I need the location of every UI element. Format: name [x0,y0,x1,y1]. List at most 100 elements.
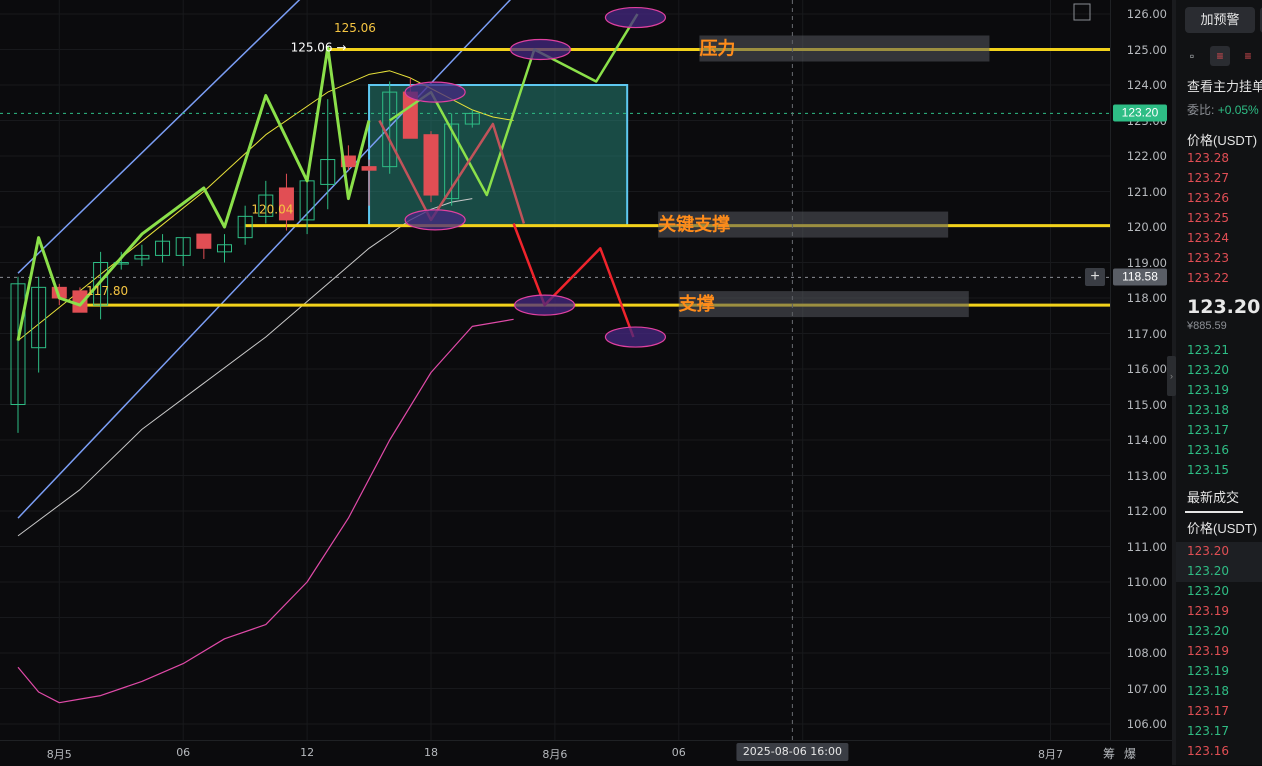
bid-row[interactable]: 123.19 [1187,383,1229,397]
price-tick: 110.00 [1126,575,1167,589]
bid-row[interactable]: 123.21 [1187,343,1229,357]
trade-row: 123.19 [1187,644,1229,658]
trade-row: 123.19 [1187,604,1229,618]
price-tick: 117.00 [1126,326,1167,341]
point-label: 117.80 [86,284,128,298]
book-view-both-icon[interactable]: ▫ [1182,46,1202,66]
trade-row: 123.17 [1187,724,1229,738]
trade-row: 123.20 [1187,584,1229,598]
trade-row: 123.16 [1187,744,1229,758]
price-tick: 124.00 [1126,78,1167,92]
ratio-value: +0.05% [1217,103,1259,117]
main-orders-link[interactable]: 查看主力挂单 [1187,76,1262,95]
bid-row[interactable]: 123.20 [1187,363,1229,377]
order-book-panel: 加预警 ▫ ≡ ≡ 查看主力挂单 委比: +0.05% 价格(USDT) 123… [1176,0,1262,765]
candle-body [423,134,439,196]
price-tick: 116.00 [1126,362,1167,376]
chip-distribution-icon[interactable]: 筹 [1103,745,1115,762]
price-tick: 114.00 [1126,433,1167,447]
target-ellipse [604,6,667,29]
liquidation-icon[interactable]: 爆 [1124,745,1136,762]
ask-row[interactable]: 123.25 [1187,211,1229,225]
time-cursor-badge: 2025-08-06 16:00 [736,743,848,761]
fullscreen-icon[interactable] [1073,3,1091,21]
trade-row: 123.20 [1187,624,1229,638]
target-ellipse [509,38,572,61]
ask-row[interactable]: 123.28 [1187,151,1229,165]
time-tick: 06 [176,746,191,759]
add-alert-plus-icon[interactable]: + [1085,268,1105,287]
candle-body [196,233,212,249]
book-view-split-icon[interactable]: ≡ [1210,46,1230,66]
add-alert-button[interactable]: 加预警 [1185,7,1255,33]
trades-price-header: 价格(USDT) [1187,521,1258,536]
time-tick: 8月7 [1038,748,1063,761]
tab-latest-trades[interactable]: 最新成交 [1187,487,1239,506]
price-tick: 119.00 [1126,255,1167,270]
collapse-panel-handle[interactable]: › [1167,356,1176,396]
level-label-box [699,35,990,62]
ask-row[interactable]: 123.23 [1187,251,1229,265]
price-axis[interactable]: 106.00 107.00 108.00 109.00 110.00 111.00 112.… [1085,0,1173,740]
level-label: 支撑 [678,293,715,315]
price-tick: 126.00 [1126,7,1167,21]
price-tick: 121.00 [1126,184,1167,199]
chart-area[interactable]: 压力关键支撑支撑 125.06 → 125.06 120.04 117.80 [0,0,1110,740]
price-tick: 109.00 [1126,610,1167,625]
trade-row: 123.17 [1187,704,1229,718]
price-tick: 112.00 [1126,504,1167,518]
time-tick: 8月6 [542,748,568,761]
trade-row: 123.20 [1187,564,1229,578]
price-tick: 125.00 [1126,42,1167,57]
trade-row: 123.19 [1187,664,1229,678]
price-tick: 107.00 [1126,681,1167,696]
bid-row[interactable]: 123.17 [1187,423,1229,437]
price-chart[interactable]: 压力关键支撑支撑 125.06 → 125.06 120.04 117.80 [0,0,1110,740]
point-label: 125.06 → [291,40,347,54]
trade-row: 123.20 [1187,544,1229,558]
price-tick: 122.00 [1126,149,1167,163]
price-tick: 115.00 [1126,397,1167,412]
price-tick: 111.00 [1126,539,1167,554]
last-price-badge: 123.20 [1113,104,1167,122]
level-label-box [678,291,969,318]
price-tick: 113.00 [1126,468,1167,483]
last-price: 123.20 [1187,296,1261,318]
bid-row[interactable]: 123.18 [1187,403,1229,417]
candle-body [361,166,377,171]
price-header: 价格(USDT) [1187,133,1258,148]
time-tick: 18 [424,746,438,759]
level-label: 压力 [699,39,735,60]
target-ellipse [404,81,466,103]
bid-row[interactable]: 123.16 [1187,443,1229,457]
price-tick: 118.00 [1126,291,1167,305]
target-ellipse [604,326,667,348]
bid-row[interactable]: 123.15 [1187,463,1229,477]
ask-row[interactable]: 123.26 [1187,191,1229,205]
ratio-label: 委比: [1187,103,1215,117]
active-tab-indicator [1185,511,1243,513]
book-view-asks-icon[interactable]: ≡ [1238,46,1258,66]
bid-ask-ratio: 委比: +0.05% [1187,101,1259,118]
point-label: 120.04 [251,202,293,216]
ma-line-white [17,198,473,537]
ask-row[interactable]: 123.27 [1187,171,1229,185]
scenario-down-line [512,223,635,338]
time-axis[interactable]: 筹 爆 8月50612188月606128月72025-08-06 16:00 [0,740,1172,766]
ask-row[interactable]: 123.22 [1187,271,1229,285]
last-price-cny: ¥885.59 [1187,320,1227,332]
time-tick: 8月5 [46,748,72,761]
level-label: 关键支撑 [658,214,730,236]
ask-row[interactable]: 123.24 [1187,231,1229,245]
trade-row: 123.18 [1187,684,1229,698]
price-tick: 108.00 [1126,646,1167,660]
time-tick: 12 [300,746,315,759]
target-ellipse [513,294,576,316]
target-ellipse [404,209,466,231]
crosshair-price-badge: 118.58 [1113,268,1167,286]
price-tick: 120.00 [1126,220,1167,234]
time-tick: 06 [671,746,686,759]
price-tick: 106.00 [1126,717,1167,731]
point-label: 125.06 [334,21,376,35]
swing-line [16,45,371,341]
